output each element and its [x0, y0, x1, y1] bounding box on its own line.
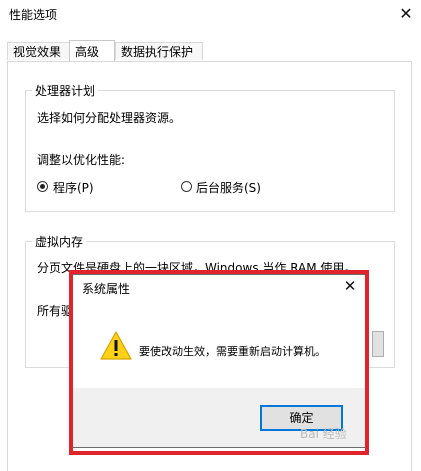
window-title: 性能选项 — [9, 8, 58, 22]
tab-strip: 视觉效果 高级 数据执行保护 — [0, 40, 421, 62]
close-icon[interactable]: ✕ — [392, 0, 420, 28]
tab-advanced[interactable]: 高级 — [69, 40, 115, 62]
change-button-partial[interactable] — [372, 331, 384, 357]
virtual-memory-partial-label: 所有驱 — [37, 304, 74, 318]
radio-background-services-label[interactable]: 后台服务(S) — [196, 179, 261, 196]
radio-selected-dot — [40, 184, 45, 189]
radio-programs-label[interactable]: 程序(P) — [53, 179, 94, 196]
system-properties-dialog: 系统属性 ✕ 要使改动生效，需要重新启动计算机。 确定 — [70, 274, 366, 448]
processor-description: 选择如何分配处理器资源。 — [37, 111, 182, 125]
tab-visual-effects[interactable]: 视觉效果 — [7, 42, 70, 60]
tab-data-execution-prevention[interactable]: 数据执行保护 — [115, 42, 203, 60]
group-title: 处理器计划 — [32, 82, 99, 99]
radio-programs[interactable] — [37, 181, 48, 192]
close-icon[interactable]: ✕ — [341, 277, 359, 295]
watermark: Bai 经验 — [300, 427, 347, 441]
dialog-message: 要使改动生效，需要重新启动计算机。 — [139, 345, 326, 358]
warning-icon — [100, 331, 132, 360]
radio-background-services[interactable] — [181, 181, 192, 192]
dialog-title: 系统属性 — [82, 282, 131, 296]
adjust-label: 调整以优化性能: — [37, 153, 126, 167]
group-title: 虚拟内存 — [32, 233, 87, 250]
